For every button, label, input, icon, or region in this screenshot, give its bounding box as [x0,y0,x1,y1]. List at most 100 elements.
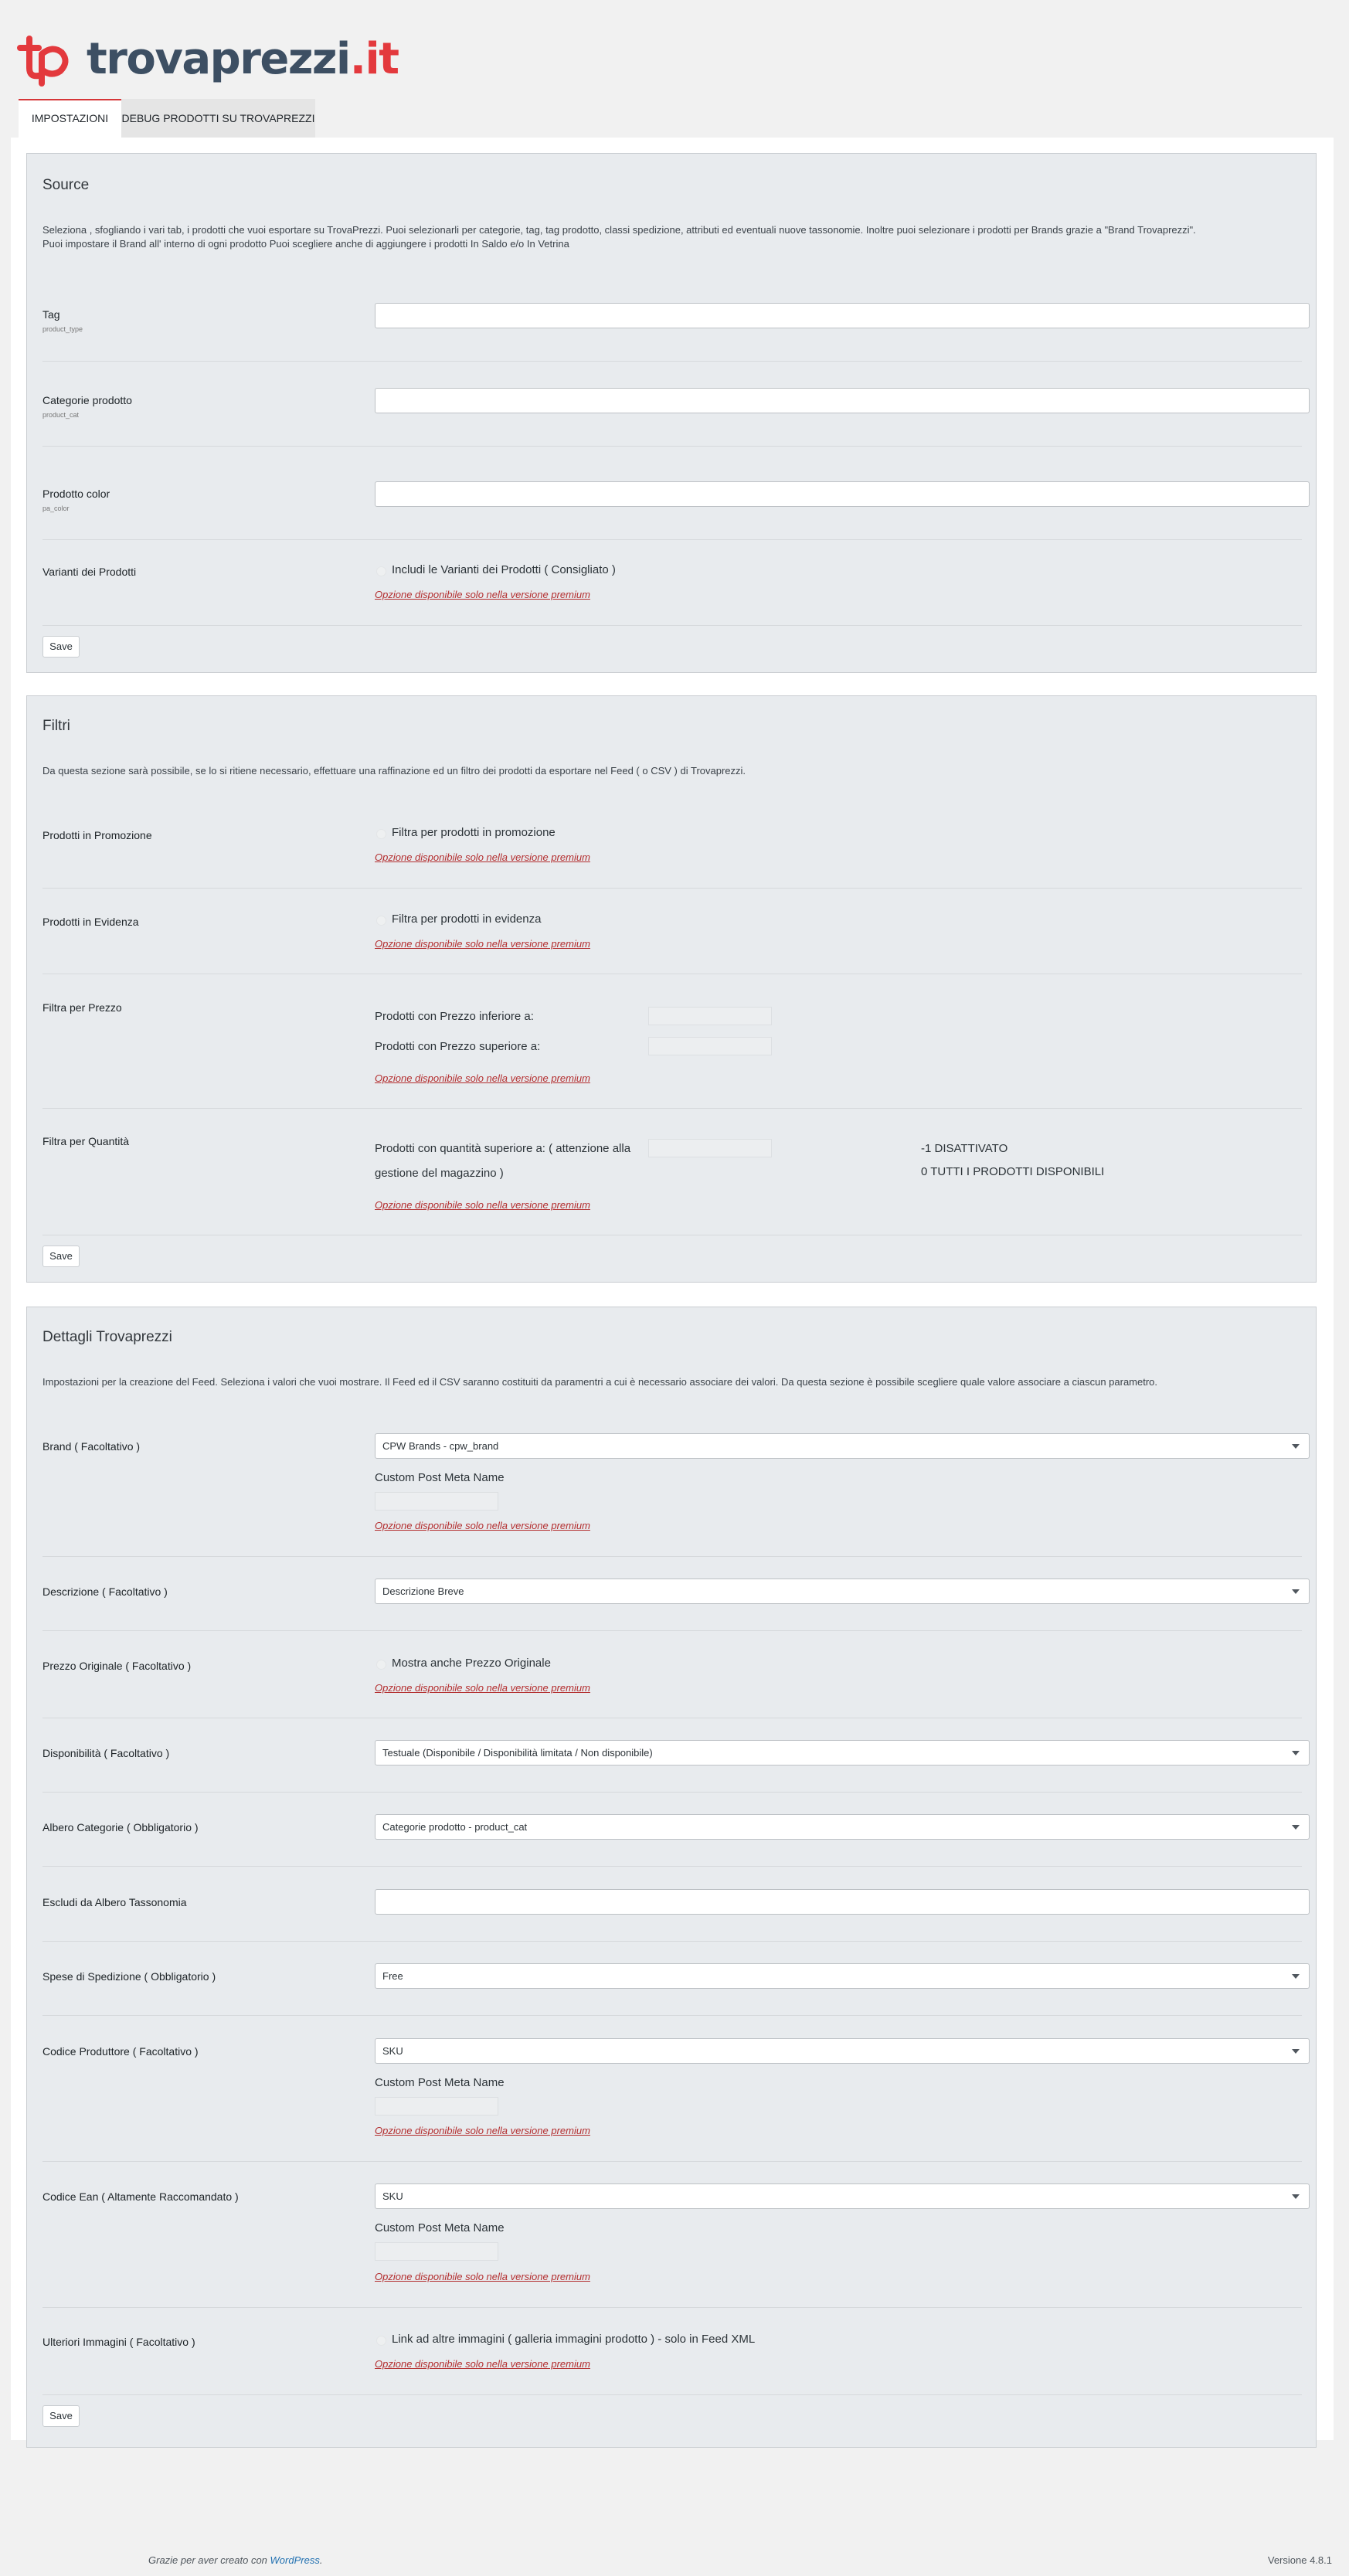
divider [42,361,1302,362]
premium-link[interactable]: Opzione disponibile solo nella versione … [375,1072,590,1084]
tp-logo-icon [17,36,69,87]
escludi-albero-label: Escludi da Albero Tassonomia [42,1896,187,1908]
source-desc-2: Puoi impostare il Brand all' interno di … [42,238,569,250]
brand-custom-meta-input[interactable] [375,1492,498,1511]
disponibilita-select[interactable]: Testuale (Disponibile / Disponibilità li… [375,1740,1310,1765]
prezzo-superiore-input[interactable] [648,1037,772,1055]
premium-link[interactable]: Opzione disponibile solo nella versione … [375,2125,590,2136]
descrizione-select[interactable]: Descrizione Breve [375,1579,1310,1604]
wordpress-link[interactable]: WordPress [270,2554,320,2566]
albero-categorie-select[interactable]: Categorie prodotto - product_cat [375,1814,1310,1840]
quantita-note-tutti: 0 TUTTI I PRODOTTI DISPONIBILI [921,1165,1105,1178]
disponibilita-label: Disponibilità ( Facoltativo ) [42,1747,170,1759]
settings-content: Source Seleziona , sfogliando i vari tab… [11,138,1334,2448]
spese-spedizione-label: Spese di Spedizione ( Obbligatorio ) [42,1970,216,1983]
codice-ean-label: Codice Ean ( Altamente Raccomandato ) [42,2190,239,2203]
albero-categorie-label: Albero Categorie ( Obbligatorio ) [42,1821,199,1833]
promozione-label: Prodotti in Promozione [42,829,152,841]
premium-link[interactable]: Opzione disponibile solo nella versione … [375,1199,590,1211]
evidenza-checkbox[interactable] [376,916,386,926]
produttore-custom-meta-label: Custom Post Meta Name [375,2076,505,2089]
divider [42,2307,1302,2308]
brand-label: Brand ( Facoltativo ) [42,1440,141,1453]
premium-link[interactable]: Opzione disponibile solo nella versione … [375,2271,590,2282]
ulteriori-immagini-checkbox-label: Link ad altre immagini ( galleria immagi… [392,2333,756,2346]
ean-custom-meta-input[interactable] [375,2242,498,2261]
divider [42,1556,1302,1557]
escludi-albero-input[interactable] [375,1889,1310,1915]
quantita-label-line2: gestione del magazzino ) [375,1167,504,1180]
prezzo-originale-checkbox-label: Mostra anche Prezzo Originale [392,1657,551,1670]
filtra-prezzo-label: Filtra per Prezzo [42,1001,122,1014]
produttore-custom-meta-input[interactable] [375,2097,498,2116]
divider [42,1866,1302,1867]
dettagli-title: Dettagli Trovaprezzi [42,1329,172,1345]
descrizione-label: Descrizione ( Facoltativo ) [42,1585,168,1598]
dettagli-panel: Dettagli Trovaprezzi Impostazioni per la… [26,1307,1317,2448]
promozione-checkbox-label: Filtra per prodotti in promozione [392,826,556,839]
source-panel: Source Seleziona , sfogliando i vari tab… [26,153,1317,673]
save-button[interactable]: Save [42,636,80,658]
tag-input[interactable] [375,303,1310,328]
promozione-checkbox[interactable] [376,829,386,839]
divider [42,625,1302,626]
save-button[interactable]: Save [42,2405,80,2427]
codice-produttore-label: Codice Produttore ( Facoltativo ) [42,2045,199,2058]
varianti-checkbox[interactable] [376,566,386,576]
prezzo-inferiore-label: Prodotti con Prezzo inferiore a: [375,1010,534,1023]
quantita-input[interactable] [648,1139,772,1157]
source-title: Source [42,177,90,193]
spese-spedizione-select[interactable]: Free [375,1963,1310,1989]
prodotto-color-input[interactable] [375,481,1310,507]
divider [42,2015,1302,2016]
varianti-label: Varianti dei Prodotti [42,566,137,578]
premium-link[interactable]: Opzione disponibile solo nella versione … [375,2358,590,2370]
brand-select[interactable]: CPW Brands - cpw_brand [375,1433,1310,1459]
premium-link[interactable]: Opzione disponibile solo nella versione … [375,1520,590,1531]
categorie-prodotto-label: Categorie prodotto [42,394,132,406]
prezzo-superiore-label: Prodotti con Prezzo superiore a: [375,1040,541,1053]
tag-label: Tag [42,308,60,321]
categorie-prodotto-sublabel: product_cat [42,411,80,419]
divider [42,888,1302,889]
filtra-quantita-label: Filtra per Quantità [42,1135,130,1147]
logo-wordmark: trovaprezzi.it [87,34,399,84]
premium-link[interactable]: Opzione disponibile solo nella versione … [375,938,590,950]
footer-thanks: Grazie per aver creato con WordPress. [148,2554,323,2566]
premium-link[interactable]: Opzione disponibile solo nella versione … [375,1682,590,1694]
prezzo-inferiore-input[interactable] [648,1007,772,1025]
divider [42,446,1302,447]
quantita-label-line1: Prodotti con quantità superiore a: ( att… [375,1142,631,1155]
divider [42,1941,1302,1942]
dettagli-desc: Impostazioni per la creazione del Feed. … [42,1376,1158,1388]
ean-custom-meta-label: Custom Post Meta Name [375,2221,505,2234]
quantita-note-disattivato: -1 DISATTIVATO [921,1142,1008,1155]
divider [42,1792,1302,1793]
prezzo-originale-checkbox[interactable] [376,1660,386,1670]
prodotto-color-sublabel: pa_color [42,505,70,512]
prezzo-originale-label: Prezzo Originale ( Facoltativo ) [42,1660,192,1672]
codice-produttore-select[interactable]: SKU [375,2038,1310,2064]
premium-link[interactable]: Opzione disponibile solo nella versione … [375,589,590,600]
tab-debug-prodotti[interactable]: DEBUG PRODOTTI SU TROVAPREZZI [121,99,315,138]
categorie-prodotto-input[interactable] [375,388,1310,413]
trovaprezzi-logo: trovaprezzi.it [15,32,399,87]
ulteriori-immagini-checkbox[interactable] [376,2336,386,2346]
divider [42,539,1302,540]
tag-sublabel: product_type [42,325,83,333]
tab-impostazioni[interactable]: IMPOSTAZIONI [19,99,121,138]
evidenza-checkbox-label: Filtra per prodotti in evidenza [392,912,542,926]
footer-version: Versione 4.8.1 [1267,2554,1332,2566]
codice-ean-select[interactable]: SKU [375,2183,1310,2209]
divider [42,2161,1302,2162]
premium-link[interactable]: Opzione disponibile solo nella versione … [375,851,590,863]
divider [42,1108,1302,1109]
save-button[interactable]: Save [42,1246,80,1267]
filtri-panel: Filtri Da questa sezione sarà possibile,… [26,695,1317,1283]
brand-custom-meta-label: Custom Post Meta Name [375,1471,505,1484]
filtri-title: Filtri [42,718,70,734]
source-desc-1: Seleziona , sfogliando i vari tab, i pro… [42,224,1196,236]
ulteriori-immagini-label: Ulteriori Immagini ( Facoltativo ) [42,2336,195,2348]
divider [42,2394,1302,2395]
varianti-checkbox-label: Includi le Varianti dei Prodotti ( Consi… [392,563,616,576]
